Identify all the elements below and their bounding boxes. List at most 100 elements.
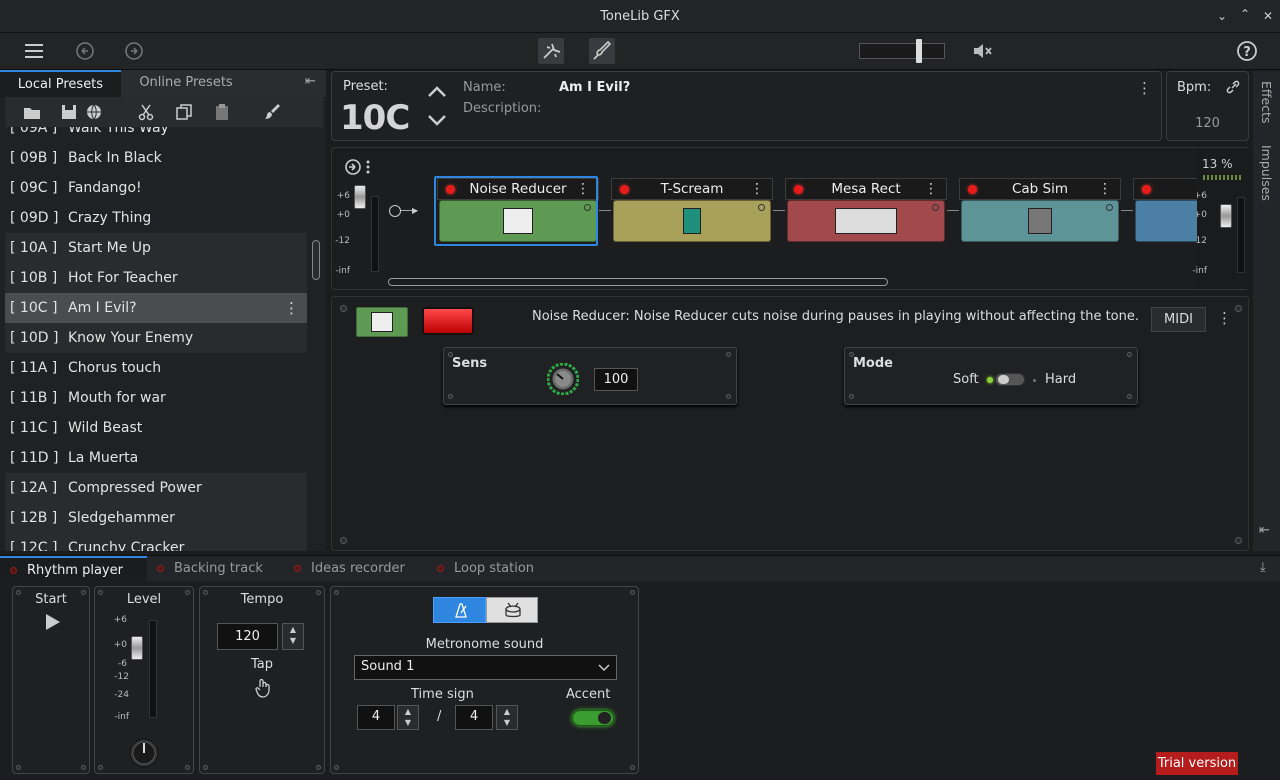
tab-online-presets[interactable]: Online Presets xyxy=(121,70,251,97)
effect-power-switch[interactable] xyxy=(422,307,474,335)
numerator-spinner[interactable]: ▲ ▼ xyxy=(397,705,419,730)
preset-name-value[interactable]: Am I Evil? xyxy=(559,80,630,95)
tab-local-presets[interactable]: Local Presets xyxy=(0,70,121,97)
tab-ideas-recorder[interactable]: Ideas recorder xyxy=(294,556,424,582)
preset-list-item[interactable]: [ 09B ] Back In Black xyxy=(5,143,307,173)
trial-version-badge[interactable]: Trial version xyxy=(1156,752,1238,775)
preset-list-item[interactable]: [ 11A ] Chorus touch xyxy=(5,353,307,383)
drums-mode-button[interactable] xyxy=(486,597,538,623)
effect-block-header[interactable]: T-Scream ⋮ xyxy=(611,178,773,200)
chevron-down-icon[interactable]: ⌄ xyxy=(1214,8,1230,24)
guitar-icon[interactable] xyxy=(589,38,615,64)
spin-up-icon[interactable]: ▲ xyxy=(497,706,517,717)
preset-list-item[interactable]: [ 10C ] Am I Evil? ⋮ xyxy=(5,293,307,323)
mute-icon[interactable] xyxy=(970,39,994,63)
sens-value-field[interactable]: 100 xyxy=(594,368,638,391)
master-volume-slider[interactable] xyxy=(859,39,945,63)
copy-icon[interactable] xyxy=(174,102,194,122)
output-gain-fader[interactable] xyxy=(1220,204,1232,228)
metronome-sound-select[interactable]: Sound 1 xyxy=(354,655,617,680)
rhythm-level-fader[interactable] xyxy=(131,636,143,660)
preset-list-scroll-thumb[interactable] xyxy=(312,240,320,280)
effect-block[interactable]: Mesa Rect ⋮ xyxy=(785,178,947,244)
preset-list-item[interactable]: [ 11C ] Wild Beast xyxy=(5,413,307,443)
preset-list-item[interactable]: [ 12C ] Crunchy Cracker xyxy=(5,533,307,551)
pin-panel-icon[interactable]: ⤓ xyxy=(1260,560,1266,575)
preset-list-item[interactable]: [ 12B ] Sledgehammer xyxy=(5,503,307,533)
effect-block-menu-icon[interactable]: ⋮ xyxy=(924,181,938,197)
denominator-spinner[interactable]: ▲ ▼ xyxy=(496,705,518,730)
preset-menu-icon[interactable]: ⋮ xyxy=(1137,79,1152,97)
collapse-panel-icon[interactable]: ⇤ xyxy=(305,74,323,92)
effect-block-menu-icon[interactable]: ⋮ xyxy=(750,181,764,197)
bpm-value[interactable]: 120 xyxy=(1167,116,1248,131)
accent-toggle[interactable] xyxy=(572,710,614,726)
sens-knob[interactable] xyxy=(546,362,580,396)
impulses-side-tab[interactable]: Impulses xyxy=(1259,145,1274,201)
volume-slider-handle[interactable] xyxy=(916,39,922,63)
spin-down-icon[interactable]: ▼ xyxy=(398,717,418,728)
tempo-spinner[interactable]: ▲ ▼ xyxy=(282,623,304,650)
effect-block-menu-icon[interactable]: ⋮ xyxy=(1098,181,1112,197)
preset-list-item[interactable]: [ 11D ] La Muerta xyxy=(5,443,307,473)
midi-button[interactable]: MIDI xyxy=(1151,307,1206,332)
undo-icon[interactable] xyxy=(73,39,97,63)
paste-icon[interactable] xyxy=(212,102,232,122)
open-folder-icon[interactable] xyxy=(22,102,42,122)
close-icon[interactable]: ✕ xyxy=(1260,8,1276,24)
input-gain-fader[interactable] xyxy=(354,185,366,209)
preset-down-arrow-icon[interactable] xyxy=(426,112,448,130)
spin-down-icon[interactable]: ▼ xyxy=(283,635,303,646)
effect-block[interactable]: Cab Sim ⋮ xyxy=(959,178,1121,244)
preset-item-menu-icon[interactable]: ⋮ xyxy=(284,293,299,323)
spin-up-icon[interactable]: ▲ xyxy=(283,624,303,635)
effect-block[interactable]: T-Scream ⋮ xyxy=(611,178,773,244)
metronome-mode-button[interactable] xyxy=(433,597,486,623)
effect-block-header[interactable]: Pi⋮ xyxy=(1133,178,1197,200)
tab-rhythm-player[interactable]: Rhythm player xyxy=(0,556,147,582)
preset-list-item[interactable]: [ 10D ] Know Your Enemy xyxy=(5,323,307,353)
save-icon[interactable] xyxy=(59,102,79,122)
spin-up-icon[interactable]: ▲ xyxy=(398,706,418,717)
globe-upload-icon[interactable] xyxy=(84,102,104,122)
preset-list-scrollbar[interactable] xyxy=(311,127,321,551)
time-sign-denominator[interactable]: 4 xyxy=(455,705,493,730)
effect-block-header[interactable]: Mesa Rect ⋮ xyxy=(785,178,947,200)
preset-list-item[interactable]: [ 10A ] Start Me Up xyxy=(5,233,307,263)
collapse-side-icon[interactable]: ⇤ xyxy=(1259,523,1270,538)
tab-loop-station[interactable]: Loop station xyxy=(437,556,557,582)
effects-side-tab[interactable]: Effects xyxy=(1259,81,1274,124)
effect-block-body[interactable] xyxy=(787,200,945,242)
mode-toggle[interactable] xyxy=(995,373,1025,386)
preset-up-arrow-icon[interactable] xyxy=(426,82,448,100)
help-icon[interactable]: ? xyxy=(1235,39,1259,63)
play-icon[interactable] xyxy=(42,612,62,632)
preset-list-item[interactable]: [ 10B ] Hot For Teacher xyxy=(5,263,307,293)
preset-list-item[interactable]: [ 09D ] Crazy Thing xyxy=(5,203,307,233)
effect-block-body[interactable] xyxy=(961,200,1119,242)
input-routing-icon[interactable] xyxy=(344,157,374,177)
spin-down-icon[interactable]: ▼ xyxy=(497,717,517,728)
effect-menu-icon[interactable]: ⋮ xyxy=(1217,309,1232,327)
hamburger-menu-icon[interactable] xyxy=(22,39,46,63)
preset-list-item[interactable]: [ 12A ] Compressed Power xyxy=(5,473,307,503)
level-knob[interactable] xyxy=(129,738,159,768)
tuner-icon[interactable] xyxy=(538,38,564,64)
cut-icon[interactable] xyxy=(136,102,156,122)
preset-list-item[interactable]: [ 09C ] Fandango! xyxy=(5,173,307,203)
tab-backing-track[interactable]: Backing track xyxy=(157,556,282,582)
effect-block-header[interactable]: Cab Sim ⋮ xyxy=(959,178,1121,200)
time-sign-numerator[interactable]: 4 xyxy=(357,705,395,730)
tempo-value-field[interactable]: 120 xyxy=(217,623,278,650)
chain-scrollbar[interactable] xyxy=(388,278,888,286)
preset-list-item[interactable]: [ 09A ] Walk This Way xyxy=(5,127,307,143)
redo-icon[interactable] xyxy=(122,39,146,63)
link-icon[interactable] xyxy=(1225,79,1241,95)
effect-block-body[interactable] xyxy=(613,200,771,242)
effect-block-body[interactable] xyxy=(1135,200,1197,242)
effect-block[interactable]: Pi⋮ xyxy=(1133,178,1197,244)
chevron-up-icon[interactable]: ⌃ xyxy=(1237,6,1253,22)
tap-hand-icon[interactable] xyxy=(252,677,274,699)
preset-list-item[interactable]: [ 11B ] Mouth for war xyxy=(5,383,307,413)
brush-icon[interactable] xyxy=(262,102,282,122)
